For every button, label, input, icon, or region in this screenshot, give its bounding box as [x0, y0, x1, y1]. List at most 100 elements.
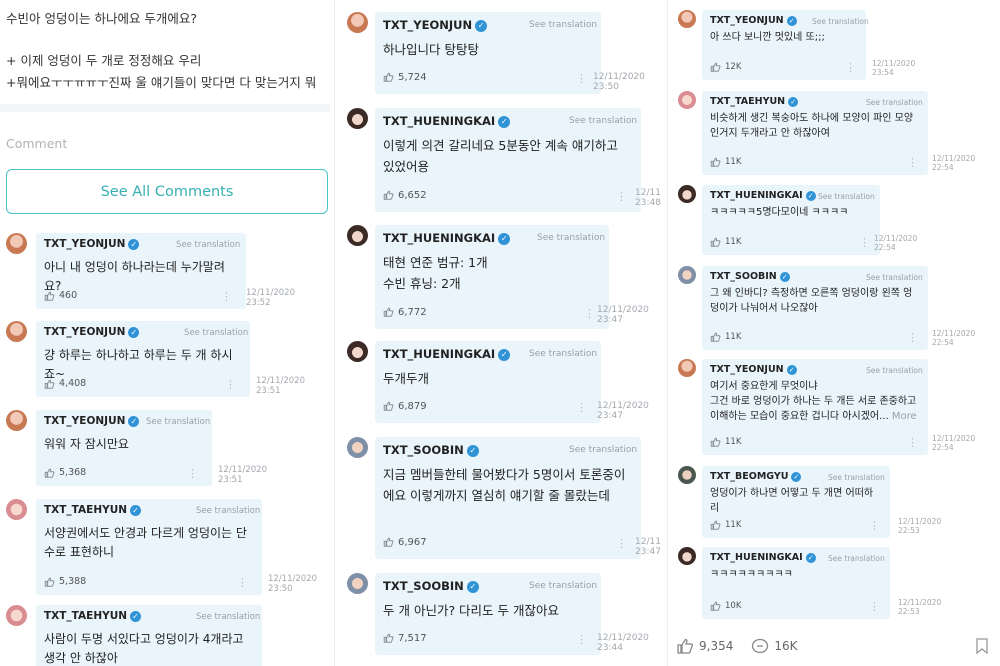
comment-username[interactable]: TXT_YEONJUN ✓ [710, 364, 797, 375]
comment-like-button[interactable]: 6,879 [383, 401, 427, 412]
avatar[interactable] [6, 605, 27, 626]
more-options-icon[interactable]: ⋮ [225, 378, 236, 391]
comment-username[interactable]: TXT_YEONJUN ✓ [44, 415, 140, 427]
see-translation-link[interactable]: See translation [176, 240, 240, 250]
comment-like-button[interactable]: 460 [44, 290, 77, 301]
comment-like-button[interactable]: 10K [710, 601, 742, 611]
comment-like-button[interactable]: 6,772 [383, 307, 427, 318]
avatar[interactable] [678, 91, 696, 109]
see-translation-link[interactable]: See translation [569, 445, 637, 455]
more-options-icon[interactable]: ⋮ [907, 436, 918, 449]
avatar[interactable] [347, 108, 368, 129]
see-translation-link[interactable]: See translation [569, 116, 637, 126]
comment-like-button[interactable]: 5,368 [44, 467, 86, 478]
comment-like-button[interactable]: 11K [710, 332, 741, 342]
see-translation-link[interactable]: See translation [866, 366, 923, 375]
like-action[interactable]: 9,354 [676, 638, 733, 654]
more-options-icon[interactable]: ⋮ [907, 156, 918, 169]
avatar[interactable] [678, 466, 696, 484]
avatar[interactable] [6, 321, 27, 342]
see-translation-link[interactable]: See translation [529, 20, 597, 30]
see-translation-link[interactable]: See translation [196, 506, 260, 516]
username-text: TXT_YEONJUN [44, 326, 126, 338]
see-translation-link[interactable]: See translation [184, 328, 248, 338]
see-translation-link[interactable]: See translation [146, 417, 210, 427]
more-link[interactable]: More [889, 411, 917, 422]
comment-like-button[interactable]: 11K [710, 157, 741, 167]
more-options-icon[interactable]: ⋮ [584, 307, 595, 320]
avatar[interactable] [678, 547, 696, 565]
see-translation-link[interactable]: See translation [537, 233, 605, 243]
comment-like-button[interactable]: 12K [710, 62, 741, 72]
more-options-icon[interactable]: ⋮ [869, 519, 880, 532]
comment-like-button[interactable]: 5,388 [44, 576, 86, 587]
see-all-comments-button[interactable]: See All Comments [6, 169, 328, 214]
comment-username[interactable]: TXT_HUENINGKAI ✓ [383, 231, 511, 245]
comment-like-count: 10K [725, 601, 742, 611]
comment-username[interactable]: TXT_HUENINGKAI ✓ [383, 114, 511, 128]
see-translation-link[interactable]: See translation [529, 349, 597, 359]
comment-username[interactable]: TXT_YEONJUN ✓ [44, 326, 140, 338]
see-translation-link[interactable]: See translation [828, 554, 885, 563]
comment-item: TXT_BEOMGYU ✓ See translation 엉덩이가 하나면 어떻고 … [678, 466, 950, 538]
comment-username[interactable]: TXT_TAEHYUN ✓ [44, 610, 142, 622]
avatar[interactable] [678, 10, 696, 28]
comment-timestamp: 12/11/2020 22:54 [874, 234, 917, 252]
see-translation-link[interactable]: See translation [866, 273, 923, 282]
comment-like-button[interactable]: 11K [710, 437, 742, 447]
see-translation-link[interactable]: See translation [196, 612, 260, 622]
comment-like-button[interactable]: 6,652 [383, 190, 427, 201]
comment-username[interactable]: TXT_HUENINGKAI ✓ [710, 552, 816, 563]
avatar[interactable] [678, 266, 696, 284]
comment-username[interactable]: TXT_SOOBIN ✓ [710, 271, 790, 282]
avatar[interactable] [6, 410, 27, 431]
avatar[interactable] [347, 341, 368, 362]
comment-username[interactable]: TXT_YEONJUN ✓ [710, 15, 797, 26]
comment-username[interactable]: TXT_BEOMGYU ✓ [710, 471, 802, 482]
verified-badge-icon: ✓ [128, 238, 140, 250]
comment-like-count: 11K [725, 437, 742, 447]
avatar[interactable] [678, 185, 696, 203]
avatar[interactable] [347, 12, 368, 33]
comment-like-button[interactable]: 6,967 [383, 537, 427, 548]
comment-action[interactable]: 16K [751, 638, 798, 654]
more-options-icon[interactable]: ⋮ [616, 537, 627, 550]
avatar[interactable] [347, 225, 368, 246]
more-options-icon[interactable]: ⋮ [859, 236, 870, 249]
see-translation-link[interactable]: See translation [812, 17, 869, 26]
comment-like-button[interactable]: 11K [710, 520, 741, 530]
avatar[interactable] [6, 233, 27, 254]
avatar[interactable] [347, 573, 368, 594]
comment-username[interactable]: TXT_SOOBIN ✓ [383, 579, 479, 593]
more-options-icon[interactable]: ⋮ [576, 633, 587, 646]
avatar[interactable] [6, 499, 27, 520]
see-translation-link[interactable]: See translation [866, 98, 923, 107]
more-options-icon[interactable]: ⋮ [221, 290, 232, 303]
see-translation-link[interactable]: See translation [529, 581, 597, 591]
comment-username[interactable]: TXT_HUENINGKAI ✓ [710, 190, 816, 201]
comment-username[interactable]: TXT_TAEHYUN ✓ [710, 96, 799, 107]
bookmark-icon[interactable] [975, 638, 989, 654]
comment-username[interactable]: TXT_TAEHYUN ✓ [44, 504, 142, 516]
comment-like-button[interactable]: 7,517 [383, 633, 427, 644]
more-options-icon[interactable]: ⋮ [237, 576, 248, 589]
more-options-icon[interactable]: ⋮ [845, 61, 856, 74]
comment-username[interactable]: TXT_YEONJUN ✓ [44, 238, 140, 250]
avatar[interactable] [347, 437, 368, 458]
comment-username[interactable]: TXT_SOOBIN ✓ [383, 443, 479, 457]
more-options-icon[interactable]: ⋮ [616, 190, 627, 203]
more-options-icon[interactable]: ⋮ [576, 401, 587, 414]
comment-like-button[interactable]: 11K [710, 237, 741, 247]
comment-username[interactable]: TXT_HUENINGKAI ✓ [383, 347, 511, 361]
see-translation-link[interactable]: See translation [828, 473, 885, 482]
more-options-icon[interactable]: ⋮ [869, 600, 880, 613]
more-options-icon[interactable]: ⋮ [576, 72, 587, 85]
comment-like-button[interactable]: 5,724 [383, 72, 427, 83]
comment-timestamp: 12/11/2020 23:51 [218, 465, 267, 486]
comment-like-button[interactable]: 4,408 [44, 378, 86, 389]
more-options-icon[interactable]: ⋮ [907, 331, 918, 344]
more-options-icon[interactable]: ⋮ [187, 467, 198, 480]
see-translation-link[interactable]: See translation [818, 192, 875, 201]
comment-username[interactable]: TXT_YEONJUN ✓ [383, 18, 488, 32]
avatar[interactable] [678, 359, 696, 377]
